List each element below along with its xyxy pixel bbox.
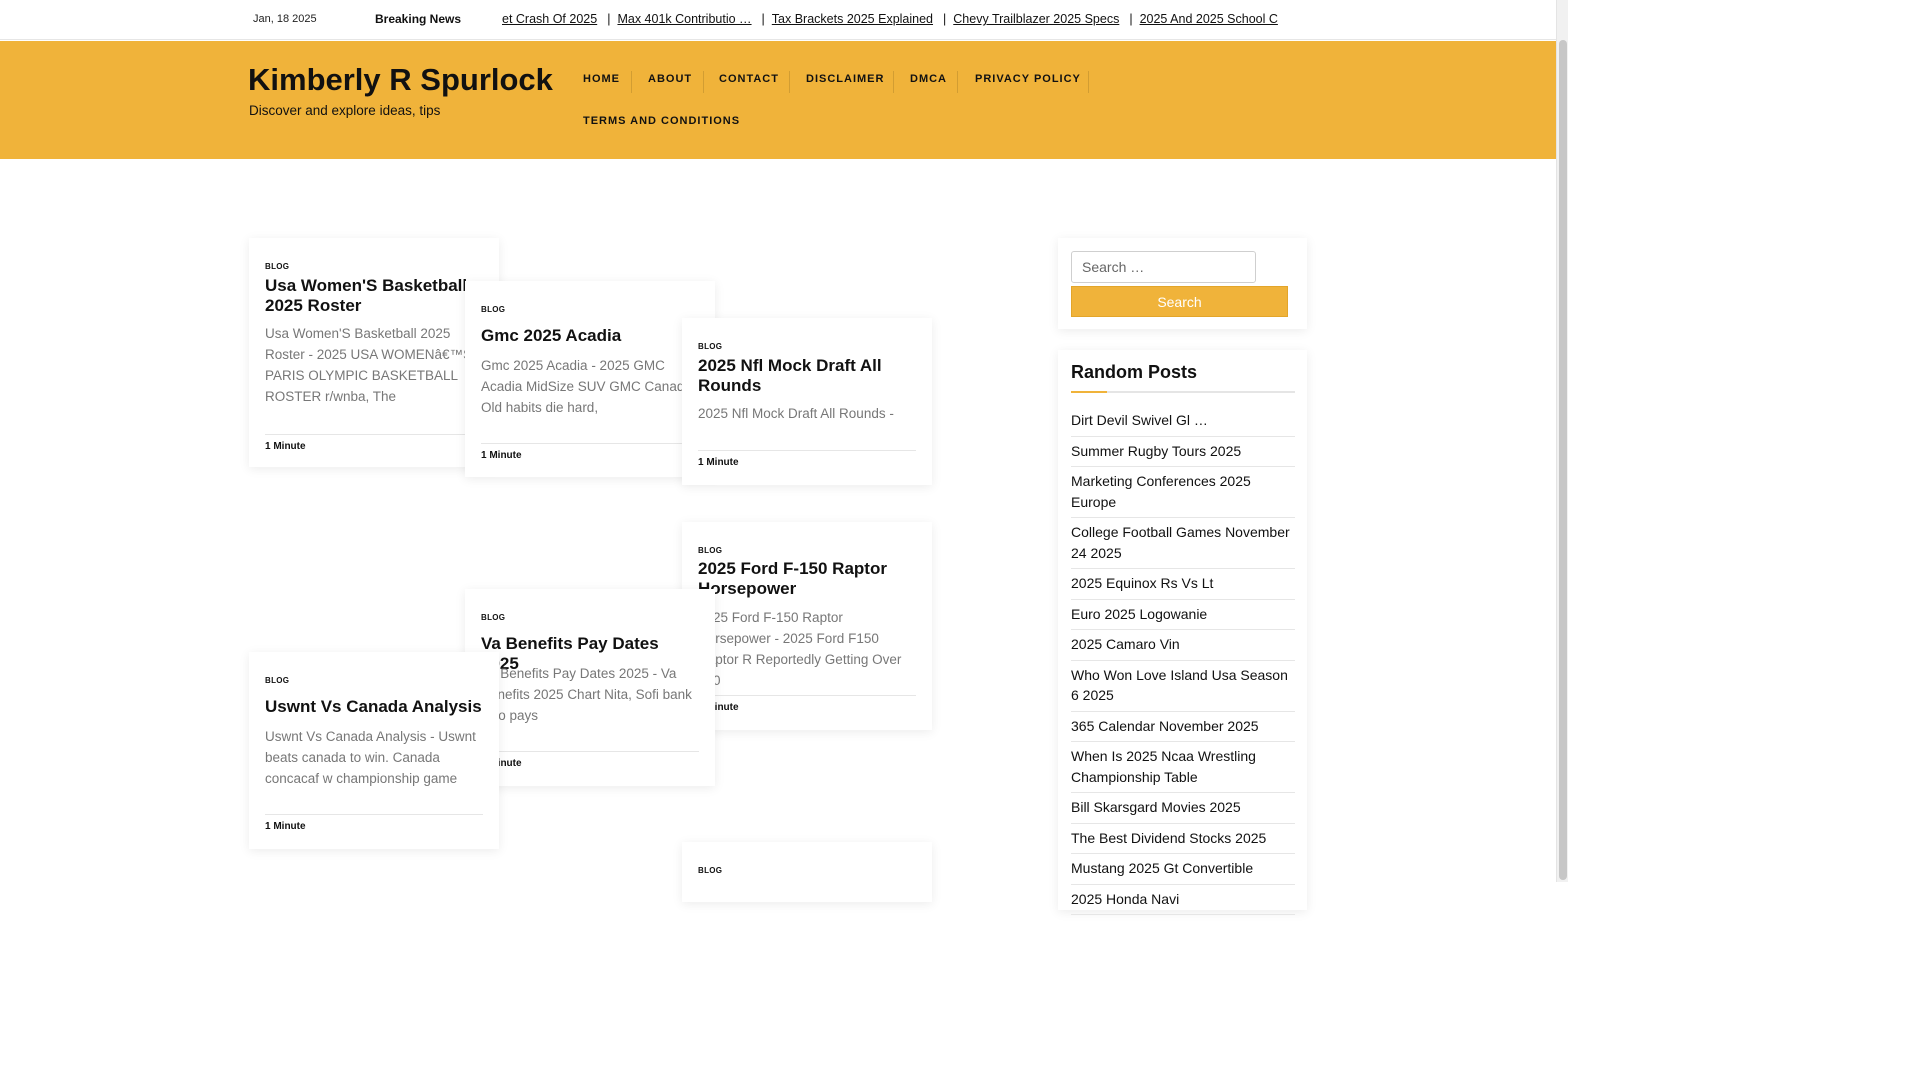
- breaking-news-label: Breaking News: [375, 12, 462, 26]
- random-post-link[interactable]: 2025 Camaro Vin: [1071, 630, 1295, 661]
- title-underline: [1071, 391, 1295, 393]
- post-excerpt: 2025 Ford F-150 Raptor Horsepower - 2025…: [698, 610, 902, 688]
- random-post-link[interactable]: Euro 2025 Logowanie: [1071, 600, 1295, 630]
- post-read-time: 1 Minute: [698, 450, 916, 468]
- random-post-link[interactable]: Dirt Devil Swivel Gl …: [1071, 406, 1295, 437]
- random-post-link[interactable]: Bill Skarsgard Movies 2025: [1071, 793, 1295, 824]
- top-bar: Jan, 18 2025 Breaking News et Crash Of 2…: [0, 0, 1556, 40]
- nav-contact[interactable]: Contact: [719, 73, 779, 85]
- post-excerpt: Gmc 2025 Acadia - 2025 GMC Acadia MidSiz…: [481, 358, 696, 415]
- post-title[interactable]: 2025 Ford F-150 Raptor Horsepower: [698, 559, 918, 599]
- post-excerpt: Uswnt Vs Canada Analysis - Uswnt beats c…: [265, 729, 476, 786]
- random-post-link[interactable]: The Best Dividend Stocks 2025: [1071, 824, 1295, 854]
- post-category[interactable]: BLOG: [698, 546, 722, 555]
- post-title[interactable]: Gmc 2025 Acadia: [481, 326, 701, 346]
- post-read-time: 1 Minute: [481, 443, 699, 461]
- random-post-link[interactable]: 365 Calendar November 2025: [1071, 712, 1295, 742]
- random-posts-list: Dirt Devil Swivel Gl … Summer Rugby Tour…: [1071, 406, 1295, 915]
- ticker-link[interactable]: Tax Brackets 2025 Explained: [772, 12, 933, 26]
- post-excerpt: Va Benefits Pay Dates 2025 - Va Benefits…: [481, 666, 692, 723]
- current-date: Jan, 18 2025: [253, 13, 317, 25]
- search-widget: Search: [1058, 238, 1307, 329]
- post-title[interactable]: Usa Women'S Basketball 2025 Roster: [265, 276, 485, 316]
- post-card[interactable]: BLOG Va Benefits Pay Dates 2025 Va Benef…: [465, 589, 715, 786]
- random-posts-widget: Random Posts Dirt Devil Swivel Gl … Summ…: [1058, 350, 1307, 915]
- post-excerpt: 2025 Nfl Mock Draft All Rounds -: [698, 406, 894, 421]
- post-category[interactable]: BLOG: [481, 305, 505, 314]
- post-category[interactable]: BLOG: [481, 613, 505, 622]
- post-category[interactable]: BLOG: [265, 676, 289, 685]
- nav-dmca[interactable]: DMCA: [910, 73, 947, 85]
- random-post-link[interactable]: Marketing Conferences 2025 Europe: [1071, 467, 1295, 518]
- site-tagline: Discover and explore ideas, tips: [249, 103, 441, 118]
- post-card[interactable]: BLOG Usa Women'S Basketball 2025 Roster …: [249, 238, 499, 467]
- site-title[interactable]: Kimberly R Spurlock: [248, 62, 553, 98]
- random-post-link[interactable]: Mustang 2025 Gt Convertible: [1071, 854, 1295, 885]
- ticker-separator: |: [943, 12, 947, 26]
- random-post-link[interactable]: Summer Rugby Tours 2025: [1071, 437, 1295, 467]
- ticker-separator: |: [761, 12, 765, 26]
- post-read-time: 1 Minute: [265, 434, 483, 452]
- ticker-separator: |: [1129, 12, 1133, 26]
- random-posts-title: Random Posts: [1071, 362, 1198, 382]
- nav-disclaimer[interactable]: Disclaimer: [806, 73, 884, 85]
- post-card[interactable]: BLOG: [682, 842, 932, 902]
- post-title[interactable]: Uswnt Vs Canada Analysis: [265, 697, 485, 717]
- random-post-link[interactable]: 2025 Equinox Rs Vs Lt: [1071, 569, 1295, 600]
- post-card[interactable]: BLOG 2025 Nfl Mock Draft All Rounds 2025…: [682, 318, 932, 485]
- post-excerpt: Usa Women'S Basketball 2025 Roster - 202…: [265, 326, 473, 404]
- ticker-separator: |: [607, 12, 611, 26]
- random-post-link[interactable]: 2025 Honda Navi: [1071, 885, 1295, 915]
- post-category[interactable]: BLOG: [265, 262, 289, 271]
- random-post-link[interactable]: Who Won Love Island Usa Season 6 2025: [1071, 661, 1295, 712]
- random-post-link[interactable]: College Football Games November 24 2025: [1071, 518, 1295, 569]
- page-scrollbar[interactable]: [1556, 0, 1568, 882]
- random-post-link[interactable]: When Is 2025 Ncaa Wrestling Championship…: [1071, 742, 1295, 793]
- site-header: Kimberly R Spurlock Discover and explore…: [0, 41, 1556, 159]
- ticker-link[interactable]: 2025 And 2025 School C: [1140, 12, 1278, 26]
- post-title[interactable]: 2025 Nfl Mock Draft All Rounds: [698, 356, 918, 396]
- ticker-link[interactable]: Max 401k Contributio …: [617, 12, 751, 26]
- breaking-news-ticker: et Crash Of 2025 | Max 401k Contributio … |…: [502, 12, 1312, 30]
- nav-home[interactable]: Home: [583, 73, 620, 85]
- post-card[interactable]: BLOG 2025 Ford F-150 Raptor Horsepower 2…: [682, 522, 932, 730]
- ticker-link[interactable]: et Crash Of 2025: [502, 12, 597, 26]
- search-input[interactable]: [1071, 251, 1256, 283]
- nav-privacy-policy[interactable]: Privacy Policy: [975, 73, 1081, 85]
- post-card[interactable]: BLOG Uswnt Vs Canada Analysis Uswnt Vs C…: [249, 652, 499, 849]
- post-read-time: 1 Minute: [698, 695, 916, 713]
- post-card[interactable]: BLOG Gmc 2025 Acadia Gmc 2025 Acadia - 2…: [465, 281, 715, 477]
- nav-about[interactable]: About: [648, 73, 692, 85]
- scrollbar-thumb[interactable]: [1559, 40, 1567, 880]
- post-read-time: 1 Minute: [265, 814, 483, 832]
- ticker-link[interactable]: Chevy Trailblazer 2025 Specs: [953, 12, 1119, 26]
- nav-terms-and-conditions[interactable]: Terms and Conditions: [583, 115, 740, 127]
- post-category[interactable]: BLOG: [698, 866, 722, 875]
- post-category[interactable]: BLOG: [698, 342, 722, 351]
- search-button[interactable]: Search: [1071, 286, 1288, 317]
- post-read-time: 1 Minute: [481, 751, 699, 769]
